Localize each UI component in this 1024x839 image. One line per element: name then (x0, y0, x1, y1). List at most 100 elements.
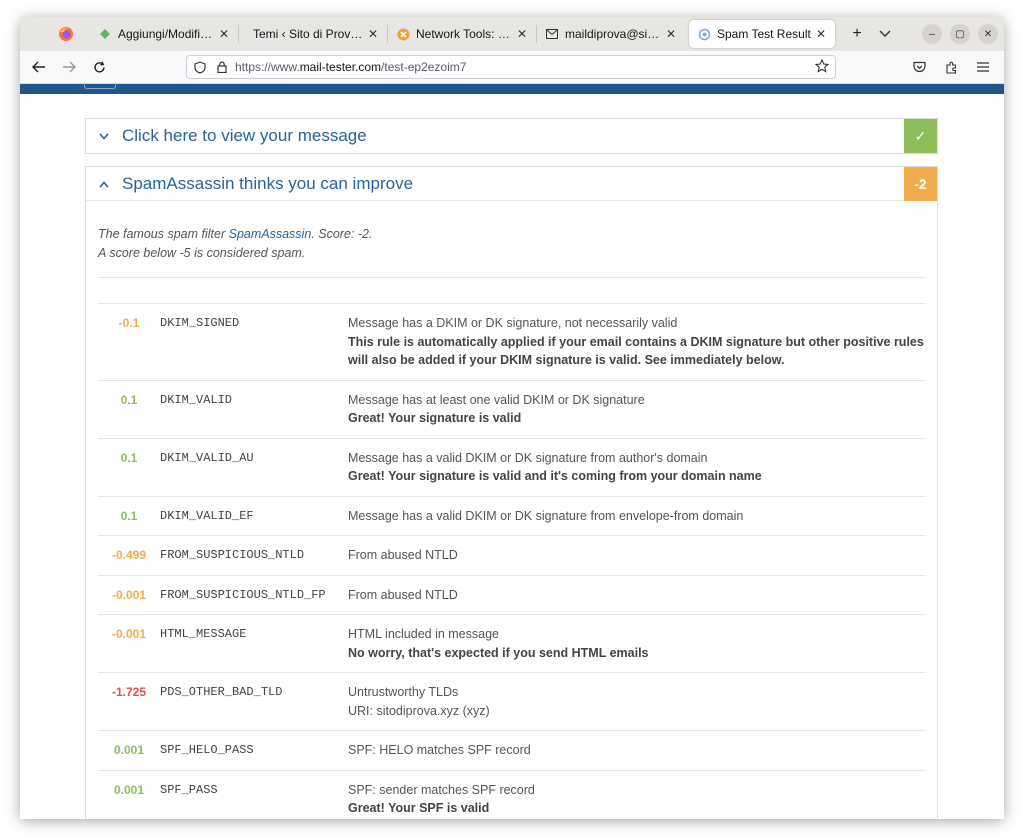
rule-note: No worry, that's expected if you send HT… (348, 645, 649, 660)
rule-row: 0.1 DKIM_VALID Message has at least one va… (98, 379, 925, 438)
rule-message: SPF: sender matches SPF record (348, 782, 535, 797)
tab-label: Network Tools: DNS, (416, 27, 512, 41)
view-message-title: Click here to view your message (122, 126, 367, 145)
rule-row: -0.499 FROM_SUSPICIOUS_NTLD From abused NT… (98, 535, 925, 575)
rule-description: From abused NTLD (348, 535, 925, 575)
view-message-panel: Click here to view your message ✓ (85, 118, 938, 154)
rules-table: -0.1 DKIM_SIGNED Message has a DKIM or DK … (98, 303, 925, 819)
tab-bar: Aggiungi/Modifica re ✕ Temi ‹ Sito di Pr… (20, 17, 1004, 51)
chevron-down-icon (86, 129, 122, 143)
minimize-icon[interactable]: – (922, 24, 942, 44)
spamassassin-intro: The famous spam filter SpamAssassin. Sco… (98, 225, 925, 263)
window-controls: – ▢ ✕ (922, 24, 998, 44)
intro-text: The famous spam filter (98, 227, 229, 241)
tab-network-tools[interactable]: Network Tools: DNS, ✕ (388, 17, 536, 51)
close-icon[interactable]: ✕ (218, 27, 230, 41)
rule-score: -1.725 (98, 672, 160, 731)
close-icon[interactable]: ✕ (367, 27, 379, 41)
maximize-icon[interactable]: ▢ (950, 24, 970, 44)
rule-description: From abused NTLD (348, 574, 925, 615)
rule-score: -0.001 (98, 574, 160, 615)
url-prefix: https://www. (235, 60, 300, 74)
rule-message: SPF: HELO matches SPF record (348, 743, 531, 757)
url-path: /test-ep2ezoim7 (381, 60, 467, 74)
rule-row: -0.1 DKIM_SIGNED Message has a DKIM or DK … (98, 303, 925, 380)
tab-label: Spam Test Result (717, 27, 811, 41)
rule-code: DKIM_VALID_EF (160, 495, 348, 536)
tab-label: Aggiungi/Modifica re (118, 27, 214, 41)
rule-message: Message has at least one valid DKIM or D… (348, 392, 645, 407)
list-tabs-chevron-icon[interactable] (871, 20, 899, 48)
rule-message: From abused NTLD (348, 587, 458, 602)
network-tools-icon (396, 27, 410, 41)
new-tab-plus-icon[interactable]: + (843, 20, 871, 48)
window-close-icon[interactable]: ✕ (978, 24, 998, 44)
intro-line-1: The famous spam filter SpamAssassin. Sco… (98, 225, 925, 244)
rule-description: Message has a valid DKIM or DK signature… (348, 495, 925, 536)
close-icon[interactable]: ✕ (815, 27, 827, 41)
pocket-icon[interactable] (906, 55, 932, 79)
intro-score: . Score: -2. (311, 227, 373, 241)
success-check-badge: ✓ (904, 119, 937, 153)
toolbar-right (906, 55, 996, 79)
intro-line-2: A score below -5 is considered spam. (98, 246, 306, 260)
tab-mail[interactable]: maildiprova@sitodip ✕ (537, 17, 685, 51)
rule-score: 0.001 (98, 769, 160, 819)
rule-note: Great! Your signature is valid and it's … (348, 469, 762, 483)
close-icon[interactable]: ✕ (516, 27, 528, 41)
rule-row: -0.001 FROM_SUSPICIOUS_NTLD_FP From abused… (98, 574, 925, 615)
page-content: Click here to view your message ✓ SpamAs… (20, 83, 1004, 819)
url-bar[interactable]: https://www.mail-tester.com/test-ep2ezoi… (186, 55, 836, 79)
rule-note: This rule is automatically applied if yo… (348, 334, 924, 368)
browser-window: Aggiungi/Modifica re ✕ Temi ‹ Sito di Pr… (20, 17, 1004, 819)
rule-message: Untrustworthy TLDs (348, 685, 459, 699)
rule-description: Untrustworthy TLDs URI: sitodiprova.xyz (… (348, 672, 925, 731)
tab-temi[interactable]: Temi ‹ Sito di Prova — W ✕ (239, 17, 387, 51)
forward-arrow-icon[interactable] (54, 52, 84, 82)
rule-row: 0.001 SPF_PASS SPF: sender matches SPF rec… (98, 769, 925, 819)
divider (98, 277, 925, 278)
rule-description: SPF: sender matches SPF record Great! You… (348, 769, 925, 819)
rule-code: SPF_HELO_PASS (160, 730, 348, 770)
spamassassin-toggle[interactable]: SpamAssassin thinks you can improve -2 (86, 167, 937, 201)
tracking-shield-icon[interactable] (187, 60, 213, 74)
rule-description: Message has a valid DKIM or DK signature… (348, 437, 925, 496)
rule-code: FROM_SUSPICIOUS_NTLD (160, 535, 348, 575)
spamassassin-panel: SpamAssassin thinks you can improve -2 T… (85, 166, 938, 819)
rule-note: Great! Your SPF is valid (348, 801, 490, 815)
rule-score: -0.001 (98, 614, 160, 673)
firefox-logo-icon[interactable] (52, 20, 80, 48)
rule-score: 0.1 (98, 379, 160, 438)
rule-message: Message has a valid DKIM or DK signature… (348, 450, 708, 465)
url-host: mail-tester.com (299, 60, 382, 74)
rule-description: SPF: HELO matches SPF record (348, 730, 925, 770)
extensions-icon[interactable] (938, 55, 964, 79)
rule-code: PDS_OTHER_BAD_TLD (160, 672, 348, 731)
header-button-edge (84, 83, 116, 89)
wp-diamond-icon (98, 27, 112, 41)
rule-description: Message has at least one valid DKIM or D… (348, 379, 925, 438)
bookmark-star-icon[interactable] (814, 58, 830, 76)
rule-note: Great! Your signature is valid (348, 411, 522, 425)
rule-score: -0.1 (98, 303, 160, 380)
close-icon[interactable]: ✕ (665, 27, 677, 41)
rule-score: 0.1 (98, 495, 160, 536)
back-arrow-icon[interactable] (24, 52, 54, 82)
tab-spam-test-result[interactable]: Spam Test Result ✕ (689, 20, 835, 48)
menu-hamburger-icon[interactable] (970, 55, 996, 79)
rule-row: 0.1 DKIM_VALID_AU Message has a valid DKIM… (98, 437, 925, 496)
url-text: https://www.mail-tester.com/test-ep2ezoi… (235, 60, 466, 74)
tab-label: Temi ‹ Sito di Prova — W (253, 27, 363, 41)
rule-message: Message has a valid DKIM or DK signature… (348, 508, 744, 523)
tab-aggiungi[interactable]: Aggiungi/Modifica re ✕ (90, 17, 238, 51)
view-message-toggle[interactable]: Click here to view your message ✓ (86, 119, 937, 153)
reload-icon[interactable] (84, 52, 114, 82)
rule-row: -1.725 PDS_OTHER_BAD_TLD Untrustworthy TLD… (98, 672, 925, 731)
spamassassin-link[interactable]: SpamAssassin (229, 227, 312, 241)
site-header-band (20, 83, 1004, 94)
rule-score: -0.499 (98, 535, 160, 575)
mail-icon (545, 27, 559, 41)
rule-description: HTML included in message No worry, that's… (348, 614, 925, 673)
rule-description: Message has a DKIM or DK signature, not … (348, 303, 925, 380)
padlock-icon[interactable] (213, 61, 231, 73)
